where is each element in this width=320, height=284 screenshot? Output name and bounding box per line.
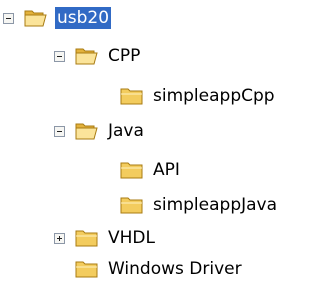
tree-node-simpleappjava[interactable]: simpleappJava — [120, 190, 279, 220]
folder-icon — [75, 230, 98, 247]
tree-node-api[interactable]: API — [120, 155, 182, 185]
folder-open-icon — [24, 10, 47, 27]
folder-icon — [120, 88, 143, 105]
folder-open-icon — [75, 123, 98, 140]
tree-node-label: simpleappJava — [153, 195, 278, 215]
tree-node-label: CPP — [108, 46, 141, 66]
collapse-icon[interactable] — [3, 12, 14, 24]
collapse-icon[interactable] — [54, 125, 65, 137]
collapse-icon[interactable] — [54, 50, 65, 62]
tree-node-vhdl[interactable]: VHDL — [54, 223, 157, 253]
tree-node-windows-driver[interactable]: Windows Driver — [75, 254, 244, 284]
folder-icon — [120, 162, 143, 179]
tree-node-label: Java — [108, 121, 144, 141]
folder-open-icon — [75, 48, 98, 65]
tree-node-label: Windows Driver — [108, 259, 242, 279]
folder-icon — [120, 197, 143, 214]
folder-icon — [75, 261, 98, 278]
tree-node-label: simpleappCpp — [153, 86, 275, 106]
tree-node-cpp[interactable]: CPP — [54, 41, 142, 71]
expand-icon[interactable] — [54, 232, 65, 244]
tree-node-label: API — [153, 160, 180, 180]
tree-node-java[interactable]: Java — [54, 116, 146, 146]
tree-node-usb20[interactable]: usb20 — [3, 3, 112, 33]
tree-node-label: VHDL — [108, 228, 155, 248]
tree-node-label: usb20 — [55, 7, 112, 29]
tree-node-simpleappcpp[interactable]: simpleappCpp — [120, 81, 277, 111]
